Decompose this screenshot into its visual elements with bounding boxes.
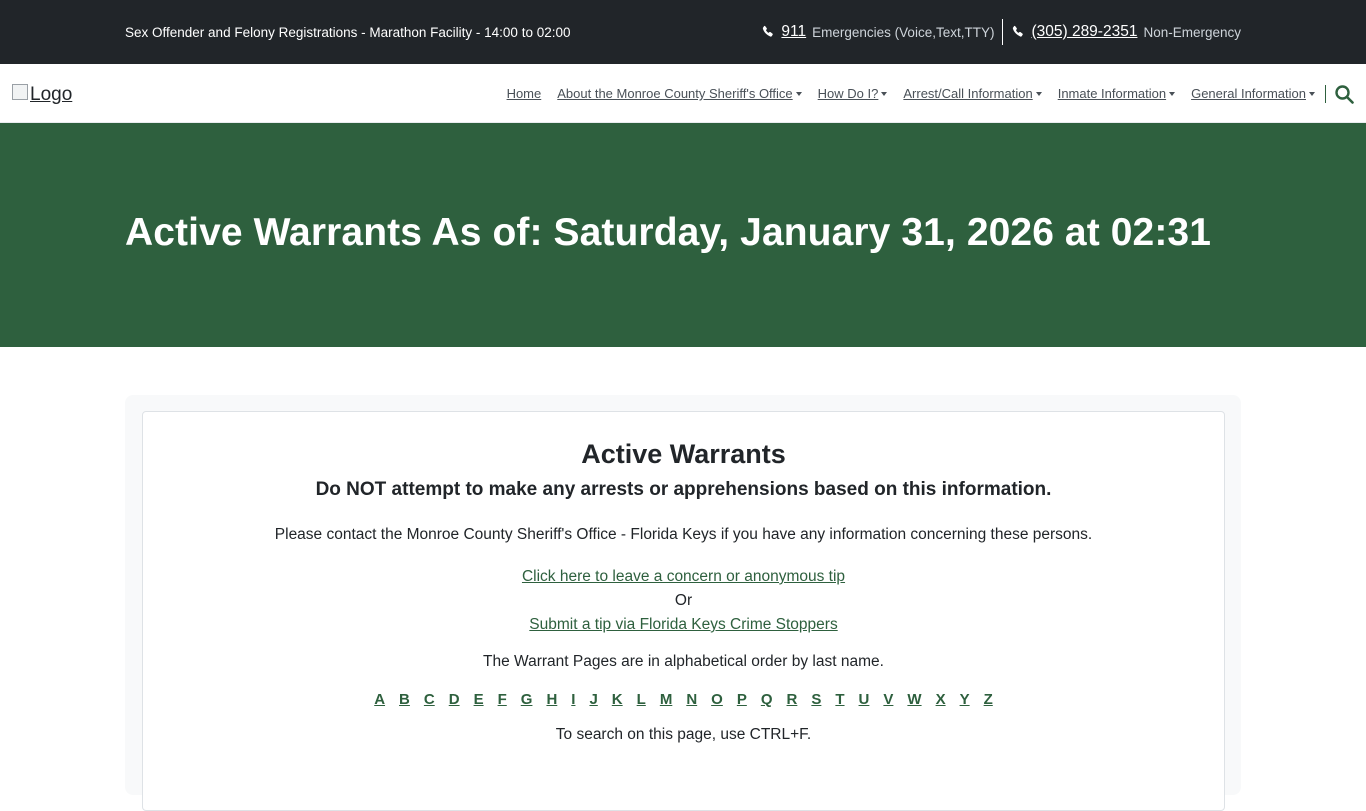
- letter-link-j[interactable]: J: [582, 691, 604, 708]
- letter-link-d[interactable]: D: [442, 691, 467, 708]
- letter-link-t[interactable]: T: [828, 691, 851, 708]
- crime-stoppers-link[interactable]: Submit a tip via Florida Keys Crime Stop…: [529, 616, 837, 633]
- logo-alt-text: Logo: [30, 84, 73, 105]
- letter-link-m[interactable]: M: [653, 691, 680, 708]
- nav-links: Home About the Monroe County Sheriff's O…: [499, 64, 1354, 123]
- letter-link-e[interactable]: E: [467, 691, 491, 708]
- nav-label: Inmate Information: [1057, 86, 1167, 101]
- warrants-card: Active Warrants Do NOT attempt to make a…: [142, 411, 1225, 811]
- anonymous-tip-link[interactable]: Click here to leave a concern or anonymo…: [522, 568, 845, 585]
- phone-contacts: 911 Emergencies (Voice,Text,TTY) (305) 2…: [761, 0, 1241, 64]
- letter-link-v[interactable]: V: [876, 691, 900, 708]
- page-title: Active Warrants As of: Saturday, January…: [125, 211, 1211, 254]
- or-text: Or: [674, 592, 693, 609]
- letter-link-s[interactable]: S: [804, 691, 828, 708]
- emergency-phone: 911 Emergencies (Voice,Text,TTY): [761, 23, 994, 41]
- non-emergency-phone: (305) 289-2351 Non-Emergency: [1011, 23, 1241, 41]
- caret-down-icon: [1169, 91, 1176, 96]
- letter-link-i[interactable]: I: [564, 691, 582, 708]
- letter-link-z[interactable]: Z: [977, 691, 1000, 708]
- letter-link-x[interactable]: X: [929, 691, 953, 708]
- letter-link-n[interactable]: N: [679, 691, 704, 708]
- order-note: The Warrant Pages are in alphabetical or…: [483, 653, 884, 670]
- non-emergency-label: Non-Emergency: [1143, 24, 1241, 40]
- nav-about[interactable]: About the Monroe County Sheriff's Office: [549, 86, 809, 101]
- logo-link[interactable]: Logo: [12, 84, 72, 106]
- broken-image-icon: [12, 84, 28, 100]
- nav-how-do-i[interactable]: How Do I?: [810, 86, 896, 101]
- caret-down-icon: [1035, 91, 1042, 96]
- announcement: Sex Offender and Felony Registrations - …: [125, 24, 571, 40]
- non-emergency-number-link[interactable]: (305) 289-2351: [1031, 23, 1137, 41]
- letter-link-c[interactable]: C: [417, 691, 442, 708]
- nav-label: Home: [506, 86, 542, 101]
- search-icon: [1335, 84, 1354, 104]
- letter-link-w[interactable]: W: [900, 691, 928, 708]
- page-hero: Active Warrants As of: Saturday, January…: [0, 123, 1366, 347]
- nav-label: General Information: [1191, 86, 1306, 101]
- letter-link-b[interactable]: B: [392, 691, 417, 708]
- nav-general-info[interactable]: General Information: [1183, 86, 1323, 101]
- letter-link-r[interactable]: R: [780, 691, 805, 708]
- letter-link-u[interactable]: U: [852, 691, 877, 708]
- nav-divider: [1325, 84, 1326, 103]
- contact-text: Please contact the Monroe County Sheriff…: [274, 526, 1093, 543]
- nav-arrest-call-info[interactable]: Arrest/Call Information: [895, 86, 1049, 101]
- nav-label: Arrest/Call Information: [903, 86, 1033, 101]
- top-bar: Sex Offender and Felony Registrations - …: [0, 0, 1366, 64]
- card-heading: Active Warrants: [581, 439, 786, 469]
- main-navbar: Logo Home About the Monroe County Sherif…: [0, 64, 1366, 123]
- nav-home[interactable]: Home: [499, 86, 550, 101]
- caret-down-icon: [881, 91, 888, 96]
- phone-icon: [1013, 25, 1024, 37]
- emergency-label: Emergencies (Voice,Text,TTY): [812, 24, 995, 40]
- letter-link-k[interactable]: K: [605, 691, 630, 708]
- search-note: To search on this page, use CTRL+F.: [555, 726, 812, 743]
- divider: [1002, 19, 1004, 45]
- tip-links: Click here to leave a concern or anonymo…: [143, 565, 1224, 637]
- search-button[interactable]: [1334, 84, 1354, 104]
- caret-down-icon: [795, 91, 802, 96]
- letter-link-a[interactable]: A: [367, 691, 392, 708]
- nav-inmate-info[interactable]: Inmate Information: [1050, 86, 1183, 101]
- warning-text: Do NOT attempt to make any arrests or ap…: [315, 479, 1052, 500]
- letter-index: ABCDEFGHIJKLMNOPQRSTUVWXYZ: [143, 691, 1224, 708]
- nav-label: About the Monroe County Sheriff's Office: [557, 86, 793, 101]
- caret-down-icon: [1309, 91, 1315, 96]
- letter-link-y[interactable]: Y: [953, 691, 977, 708]
- letter-link-l[interactable]: L: [630, 691, 653, 708]
- nav-label: How Do I?: [817, 86, 879, 101]
- letter-link-f[interactable]: F: [491, 691, 514, 708]
- letter-link-g[interactable]: G: [514, 691, 540, 708]
- phone-icon: [763, 25, 774, 37]
- emergency-number-link[interactable]: 911: [781, 23, 806, 41]
- letter-link-q[interactable]: Q: [754, 691, 780, 708]
- letter-link-h[interactable]: H: [539, 691, 564, 708]
- letter-link-o[interactable]: O: [704, 691, 730, 708]
- letter-link-p[interactable]: P: [730, 691, 754, 708]
